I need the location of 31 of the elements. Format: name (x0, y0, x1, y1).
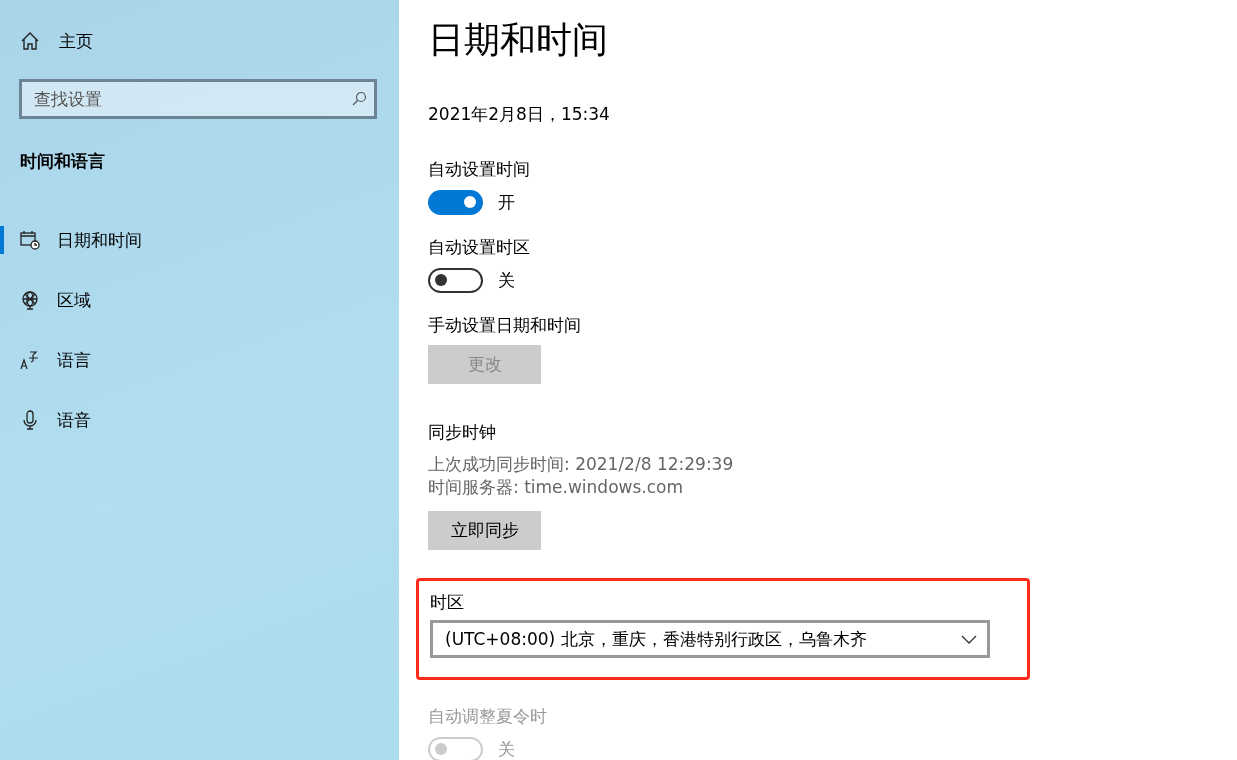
nav-item[interactable]: 区域 (0, 280, 399, 320)
section-title: 时间和语言 (20, 150, 106, 173)
microphone-icon (20, 410, 40, 430)
toggle-state-text: 开 (498, 190, 515, 214)
language-icon (20, 350, 40, 370)
setting-label: 同步时钟 (428, 421, 497, 444)
calendar-clock-icon (20, 230, 40, 250)
search-icon (351, 91, 367, 107)
sync-info-text: 上次成功同步时间: 2021/2/8 12:29:39 (428, 453, 735, 476)
current-datetime: 2021年2月8日，15:34 (428, 103, 611, 126)
home-icon (20, 31, 40, 51)
search-field[interactable]: 查找设置 (19, 79, 377, 119)
setting-label: 自动设置时间 (428, 158, 531, 181)
nav-item[interactable]: 语言 (0, 340, 399, 380)
globe-icon (20, 290, 40, 310)
nav-item[interactable]: 语音 (0, 400, 399, 440)
home-nav-item[interactable]: 主页 (0, 0, 399, 54)
setting-label: 时区 (430, 591, 465, 614)
nav-item[interactable]: 日期和时间 (0, 220, 399, 260)
sync-info-text: 时间服务器: time.windows.com (428, 476, 684, 499)
toggle-state-text: 关 (498, 268, 515, 292)
setting-label: 自动设置时区 (428, 236, 531, 259)
sync-now-button[interactable]: 立即同步 (428, 511, 541, 550)
setting-label: 手动设置日期和时间 (428, 314, 582, 337)
setting-label: 自动调整夏令时 (428, 705, 548, 728)
toggle-switch[interactable] (428, 267, 483, 293)
chevron-down-icon (961, 634, 977, 644)
page-title: 日期和时间 (428, 18, 609, 62)
toggle-state-text: 关 (498, 737, 515, 760)
timezone-dropdown[interactable]: (UTC+08:00) 北京，重庆，香港特别行政区，乌鲁木齐 (430, 620, 990, 658)
toggle-switch[interactable] (428, 189, 483, 215)
